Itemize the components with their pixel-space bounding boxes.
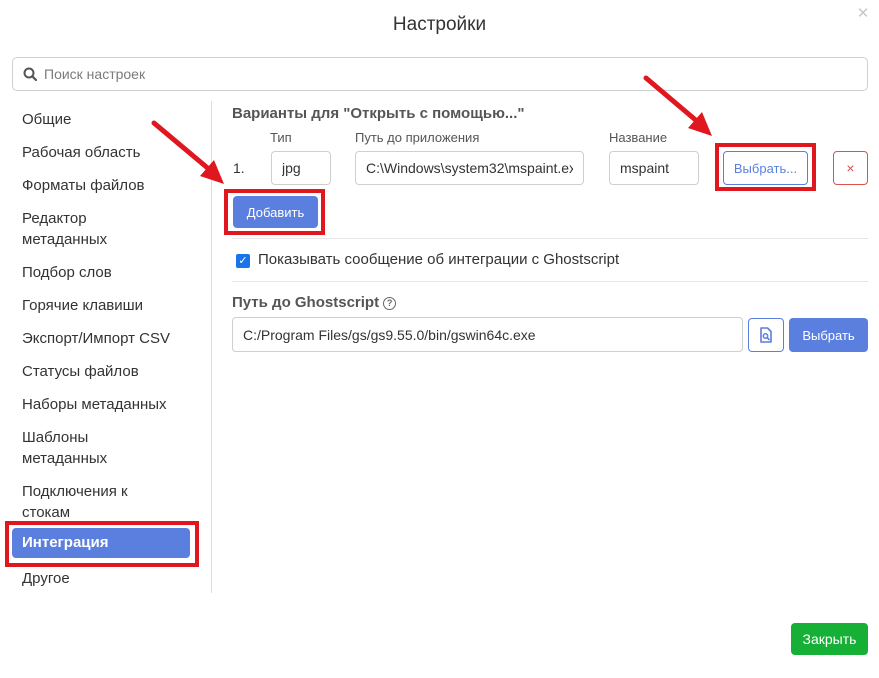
arrow-to-choose-button [643,75,712,136]
annotation-arrows [151,75,712,184]
arrow-to-add-button [151,120,224,184]
